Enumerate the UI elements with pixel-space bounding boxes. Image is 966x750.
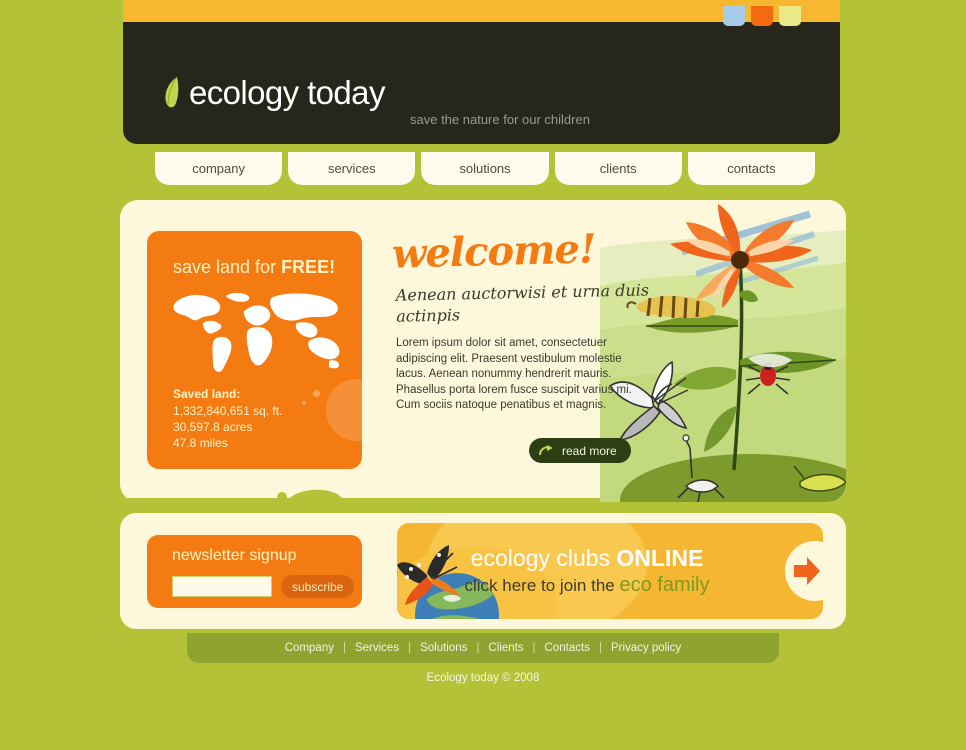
site-tagline: save the nature for our children [410,112,590,127]
site-logo[interactable]: ecology today [163,70,385,112]
copyright-text: Ecology today © 2008 [426,672,540,684]
saved-land-values: 1,332,840,651 sq. ft. 30,597.8 acres 47.… [173,403,282,451]
bottom-panel: newsletter signup subscribe ecology club… [120,513,846,629]
footer-separator: | [532,642,536,654]
welcome-heading: welcome! [391,225,597,278]
footer-link-privacy-policy[interactable]: Privacy policy [611,642,681,654]
welcome-body-paragraph: Lorem ipsum dolor sit amet, consectetuer… [396,337,632,396]
clubs-headline-emphasis: ONLINE [616,545,704,571]
clubs-subline: click here to join the eco family [397,574,777,597]
subscribe-button[interactable]: subscribe [281,575,355,598]
curved-arrow-icon [539,444,553,455]
nav-item-clients[interactable]: clients [554,152,682,185]
color-swatch-group [723,6,805,28]
footer-link-services[interactable]: Services [355,642,399,654]
footer-links-bar: Company | Services | Solutions | Clients… [187,633,779,663]
decorative-dot [313,390,320,397]
site-header: ecology today save the nature for our ch… [123,22,840,144]
main-navigation: company services solutions clients conta… [155,152,816,185]
promo-title: save land for FREE! [173,257,335,278]
nav-item-solutions[interactable]: solutions [421,152,549,185]
newsletter-signup-card: newsletter signup subscribe [147,535,362,608]
read-more-label: read more [562,443,617,458]
color-swatch-yellow[interactable] [779,6,801,26]
read-more-button[interactable]: read more [529,438,631,463]
main-content-panel: save land for FREE! Saved land: 1,332,84… [120,200,846,502]
saved-land-sqft: 1,332,840,651 sq. ft. [173,404,283,418]
welcome-body: Lorem ipsum dolor sit amet, consectetuer… [396,336,652,414]
logo-text: ecology today [189,74,385,111]
decorative-circle [326,379,362,441]
nav-item-services[interactable]: services [288,152,416,185]
clubs-headline: ecology clubs ONLINE [397,545,777,572]
newsletter-email-input[interactable] [172,576,272,597]
color-swatch-blue[interactable] [723,6,745,26]
welcome-subheading: Aenean auctorwisi et urna duis actinpis [395,280,650,326]
clubs-subline-emphasis: eco family [619,574,710,596]
newsletter-title: newsletter signup [172,547,297,564]
saved-land-acres: 30,597.8 acres [173,420,253,434]
leaf-icon [163,76,180,110]
footer-link-company[interactable]: Company [285,642,334,654]
footer-link-solutions[interactable]: Solutions [420,642,467,654]
footer-separator: | [598,642,602,654]
footer-link-clients[interactable]: Clients [488,642,523,654]
saved-land-label: Saved land: [173,387,241,401]
footer-separator: | [342,642,346,654]
welcome-body-line2: Cum sociis natoque penatibus et magnis. [396,399,607,411]
footer-link-contacts[interactable]: Contacts [545,642,590,654]
saved-land-miles: 47.8 miles [173,436,228,450]
save-land-promo-card: save land for FREE! Saved land: 1,332,84… [147,231,362,469]
promo-title-prefix: save land for [173,257,282,277]
clubs-subline-prefix: click here to join the [464,576,620,595]
promo-title-emphasis: FREE! [281,257,336,277]
page-root: ecology today save the nature for our ch… [0,0,966,750]
clubs-headline-prefix: ecology clubs [470,545,617,571]
decorative-dot [302,401,306,405]
footer-separator: | [408,642,412,654]
footer-separator: | [476,642,480,654]
world-map-icon [173,292,340,372]
ecology-clubs-banner[interactable]: ecology clubs ONLINE click here to join … [397,523,823,619]
nav-item-contacts[interactable]: contacts [687,152,816,185]
nav-item-company[interactable]: company [155,152,283,185]
right-arrow-icon[interactable] [794,556,820,586]
color-swatch-orange[interactable] [751,6,773,26]
